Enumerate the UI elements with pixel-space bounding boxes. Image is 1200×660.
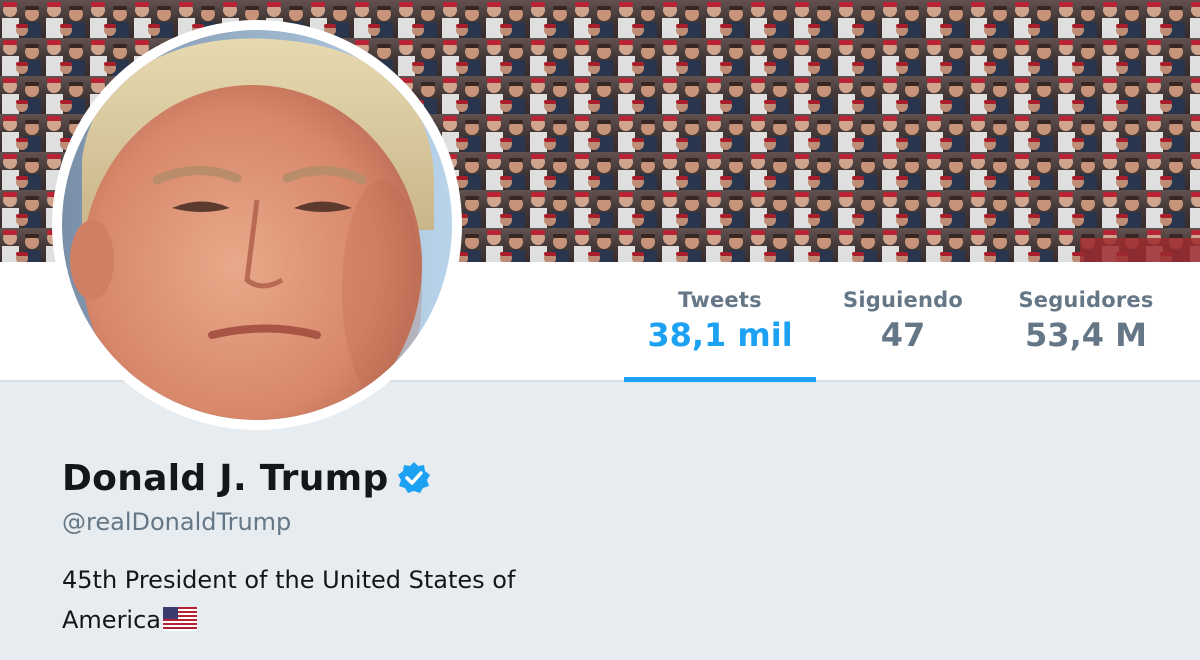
following-label: Siguiendo	[843, 288, 963, 312]
username-handle[interactable]: @realDonaldTrump	[62, 508, 622, 536]
avatar-image	[62, 30, 452, 420]
bio-text: 45th President of the United States of A…	[62, 566, 516, 634]
tweets-count: 38,1 mil	[647, 316, 793, 354]
profile-bio: 45th President of the United States of A…	[62, 560, 582, 640]
followers-label: Seguidores	[1018, 288, 1154, 312]
tweets-stat-tab[interactable]: Tweets 38,1 mil	[624, 262, 816, 382]
us-flag-icon	[163, 603, 197, 631]
followers-count: 53,4 M	[1025, 316, 1147, 354]
active-tab-indicator	[624, 377, 816, 382]
tweets-label: Tweets	[678, 288, 762, 312]
profile-page: Tweets 38,1 mil Siguiendo 47 Seguidores …	[0, 0, 1200, 660]
following-count: 47	[880, 316, 926, 354]
followers-stat-tab[interactable]: Seguidores 53,4 M	[1006, 262, 1166, 380]
following-stat-tab[interactable]: Siguiendo 47	[828, 262, 978, 380]
profile-avatar[interactable]	[52, 20, 462, 430]
profile-info: Donald J. Trump @realDonaldTrump 45th Pr…	[62, 452, 622, 640]
display-name[interactable]: Donald J. Trump	[62, 458, 389, 499]
name-row: Donald J. Trump	[62, 452, 622, 504]
verified-badge-icon	[397, 461, 431, 495]
